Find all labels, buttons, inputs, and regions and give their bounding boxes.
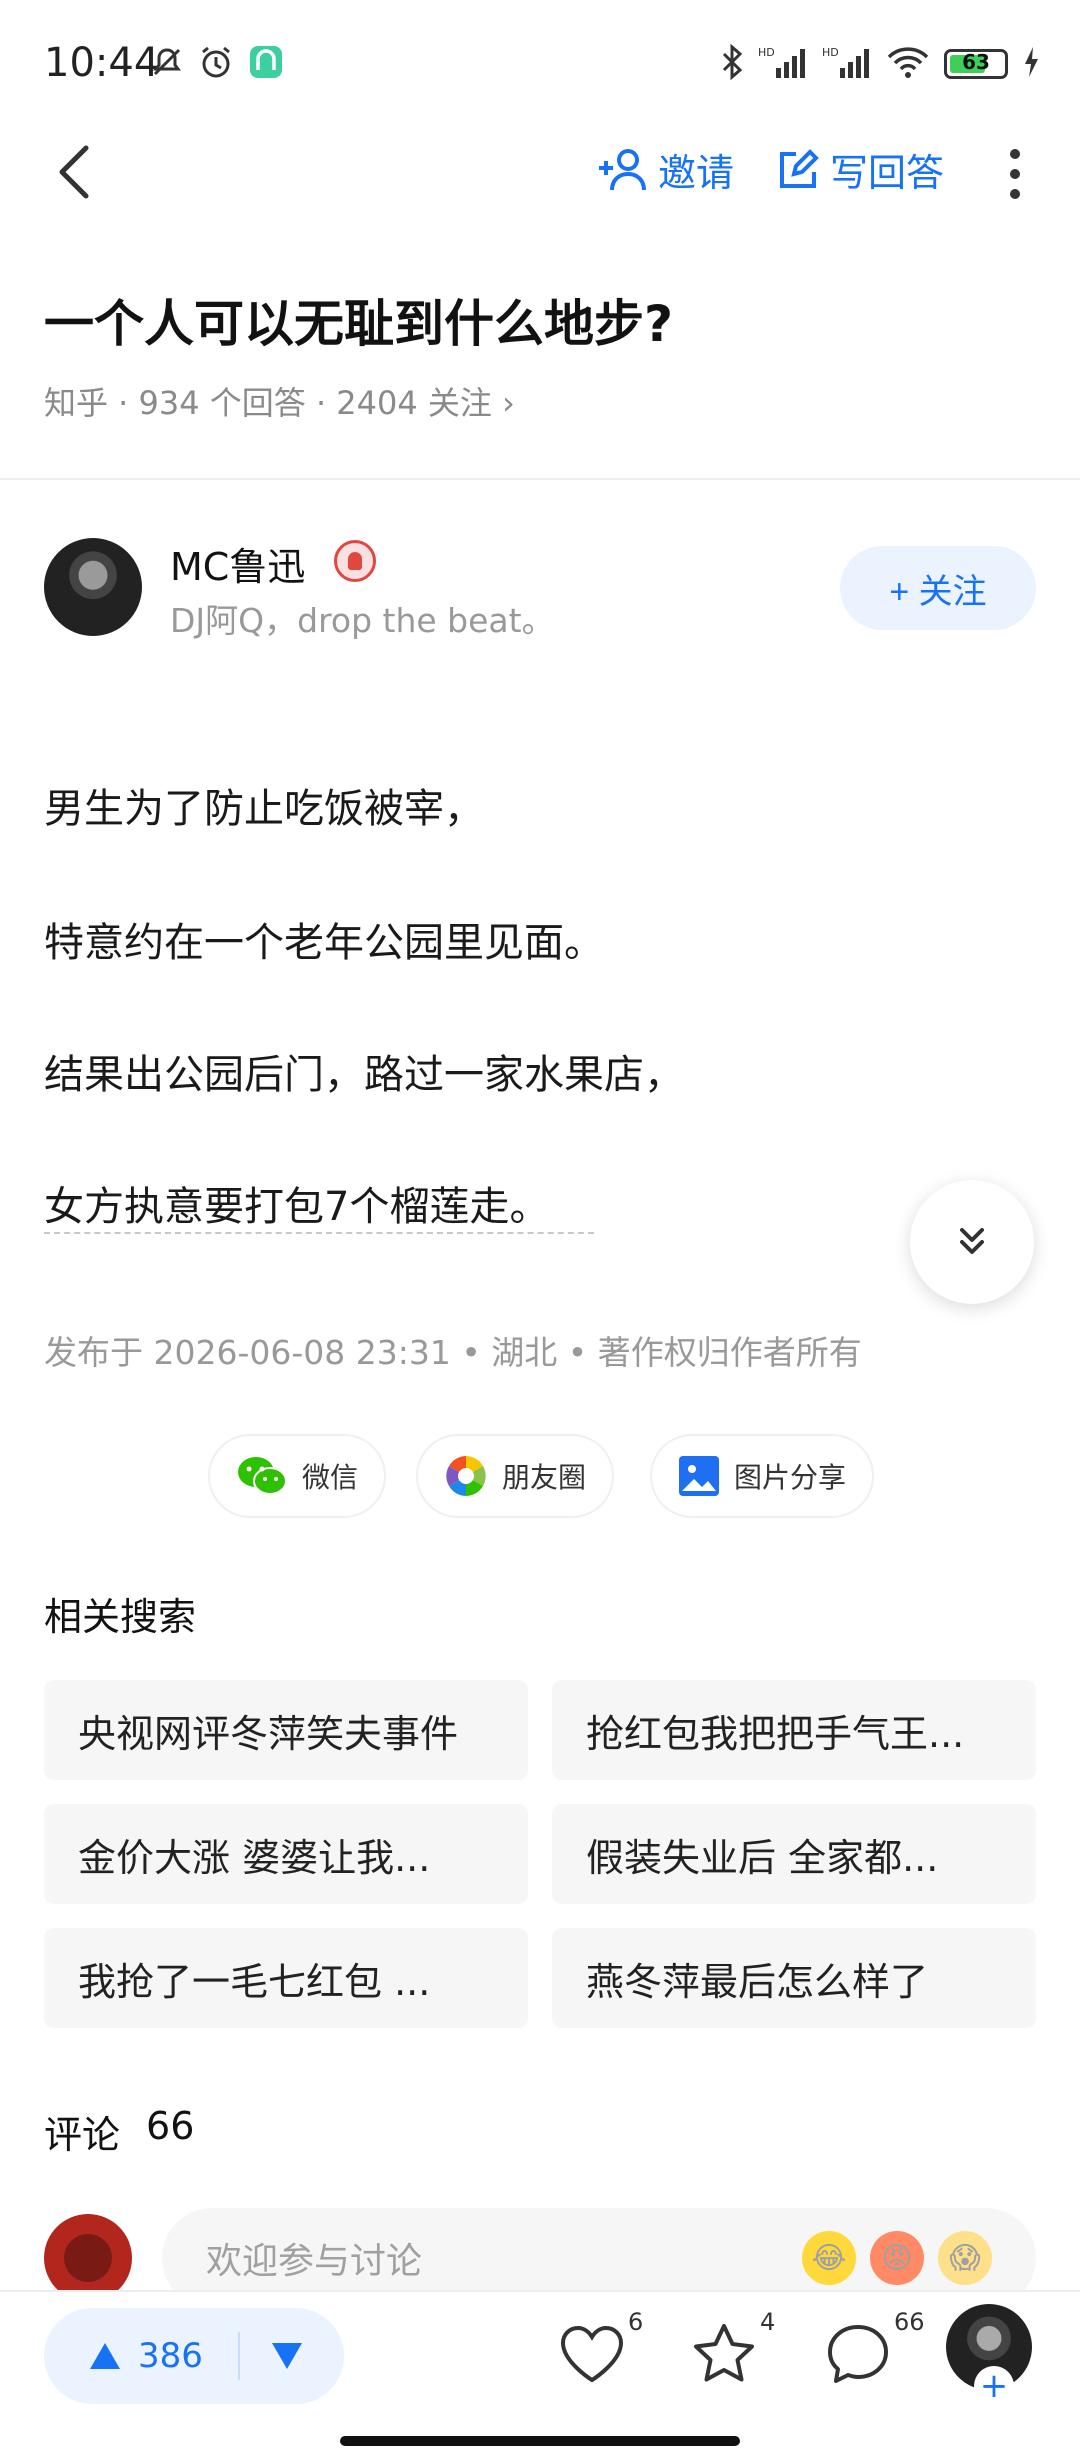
edit-icon <box>780 148 819 188</box>
share-moments-button[interactable]: 朋友圈 <box>416 1434 615 1518</box>
home-indicator[interactable] <box>340 2436 740 2446</box>
author-bio: DJ阿Q，drop the beat。 <box>170 601 555 640</box>
shocked-emoji-icon[interactable]: 😱 <box>938 2231 992 2285</box>
expand-button[interactable] <box>910 1180 1034 1304</box>
invite-user-icon <box>599 148 646 190</box>
favorite-button[interactable]: 4 <box>688 2308 775 2390</box>
invite-button[interactable]: 邀请 <box>596 142 734 197</box>
creator-badge-icon <box>334 540 376 582</box>
share-image-label: 图片分享 <box>734 1461 847 1494</box>
upvote-count: 386 <box>138 2336 203 2376</box>
comment-placeholder: 欢迎参与讨论 <box>206 2241 423 2282</box>
question-title[interactable]: 一个人可以无耻到什么地步? <box>44 284 673 356</box>
status-bar: 10:44 HD HD 63 <box>0 0 1080 130</box>
related-search-item[interactable]: 假装失业后 全家都... <box>552 1804 1036 1904</box>
like-count: 6 <box>628 2308 644 2336</box>
plus-icon[interactable]: + <box>974 2366 1014 2406</box>
share-image-button[interactable]: 图片分享 <box>650 1434 875 1518</box>
chevron-left-icon <box>59 145 89 199</box>
triangle-down-icon <box>272 2343 302 2369</box>
answer-paragraph: 结果出公园后门，路过一家水果店， <box>44 1052 684 1098</box>
vote-control: 386 <box>44 2308 344 2404</box>
more-vertical-icon <box>1010 149 1020 199</box>
battery-icon: 63 <box>944 49 1008 79</box>
upvote-button[interactable]: 386 <box>44 2336 238 2376</box>
divider <box>0 478 1080 480</box>
hd-signal-icon: HD <box>822 44 872 84</box>
answer-paragraph: 女方执意要打包7个榴莲走。 <box>44 1184 550 1230</box>
hd-signal-icon: HD <box>758 44 808 84</box>
related-search-item[interactable]: 金价大涨 婆婆让我... <box>44 1804 528 1904</box>
related-search-item[interactable]: 央视网评冬萍笑夫事件 <box>44 1680 528 1780</box>
author-name[interactable]: MC鲁迅 <box>170 536 305 591</box>
dashed-underline <box>44 1232 594 1234</box>
angry-emoji-icon[interactable]: 😡 <box>870 2231 924 2285</box>
bluetooth-icon <box>720 43 744 84</box>
like-button[interactable]: 6 <box>556 2308 643 2390</box>
app-icon <box>248 44 284 84</box>
heart-icon <box>556 2318 628 2390</box>
invite-label: 邀请 <box>658 151 735 195</box>
related-search-title: 相关搜索 <box>44 1595 197 1639</box>
wechat-icon <box>238 1457 287 1495</box>
comments-header: 评论 66 <box>44 2104 194 2159</box>
author-avatar[interactable] <box>44 538 142 636</box>
downvote-button[interactable] <box>240 2341 304 2371</box>
related-search-item[interactable]: 燕冬萍最后怎么样了 <box>552 1928 1036 2028</box>
favorite-count: 4 <box>760 2308 776 2336</box>
charging-icon <box>1022 45 1040 83</box>
write-answer-button[interactable]: 写回答 <box>776 142 944 197</box>
mute-icon <box>150 45 184 83</box>
follow-button[interactable]: + 关注 <box>840 546 1036 630</box>
publish-info: 发布于 2026-06-08 23:31 • 湖北 • 著作权归作者所有 <box>44 1333 862 1372</box>
status-icons-right: HD HD 63 <box>720 43 1040 84</box>
related-search-item[interactable]: 抢红包我把把手气王... <box>552 1680 1036 1780</box>
status-icons-left <box>150 44 284 84</box>
triangle-up-icon <box>90 2343 120 2369</box>
star-icon <box>688 2318 760 2390</box>
moments-icon <box>446 1456 486 1496</box>
comments-count: 66 <box>146 2104 195 2148</box>
comment-bubble-icon <box>822 2318 894 2390</box>
back-button[interactable] <box>52 140 100 204</box>
laugh-emoji-icon[interactable]: 😂 <box>802 2231 856 2285</box>
svg-text:HD: HD <box>758 46 775 59</box>
answer-paragraph: 男生为了防止吃饭被宰， <box>44 786 484 832</box>
svg-text:HD: HD <box>822 46 839 59</box>
question-meta[interactable]: 知乎 · 934 个回答 · 2404 关注 › <box>44 378 515 424</box>
related-search-item[interactable]: 我抢了一毛七红包 ... <box>44 1928 528 2028</box>
answer-paragraph: 特意约在一个老年公园里见面。 <box>44 920 604 966</box>
battery-level: 63 <box>962 50 990 74</box>
comment-count: 66 <box>894 2308 925 2336</box>
comments-title: 评论 <box>44 2113 121 2157</box>
comment-button[interactable]: 66 <box>822 2308 925 2390</box>
double-chevron-down-icon <box>960 1228 984 1254</box>
more-button[interactable] <box>1000 144 1030 204</box>
user-avatar <box>44 2214 132 2302</box>
wifi-icon <box>886 44 930 84</box>
image-icon <box>679 1456 719 1496</box>
share-wechat-label: 微信 <box>302 1461 359 1494</box>
share-wechat-button[interactable]: 微信 <box>208 1434 387 1518</box>
status-time: 10:44 <box>44 40 160 86</box>
share-moments-label: 朋友圈 <box>502 1461 587 1494</box>
alarm-icon <box>198 44 234 84</box>
write-answer-label: 写回答 <box>830 151 945 195</box>
